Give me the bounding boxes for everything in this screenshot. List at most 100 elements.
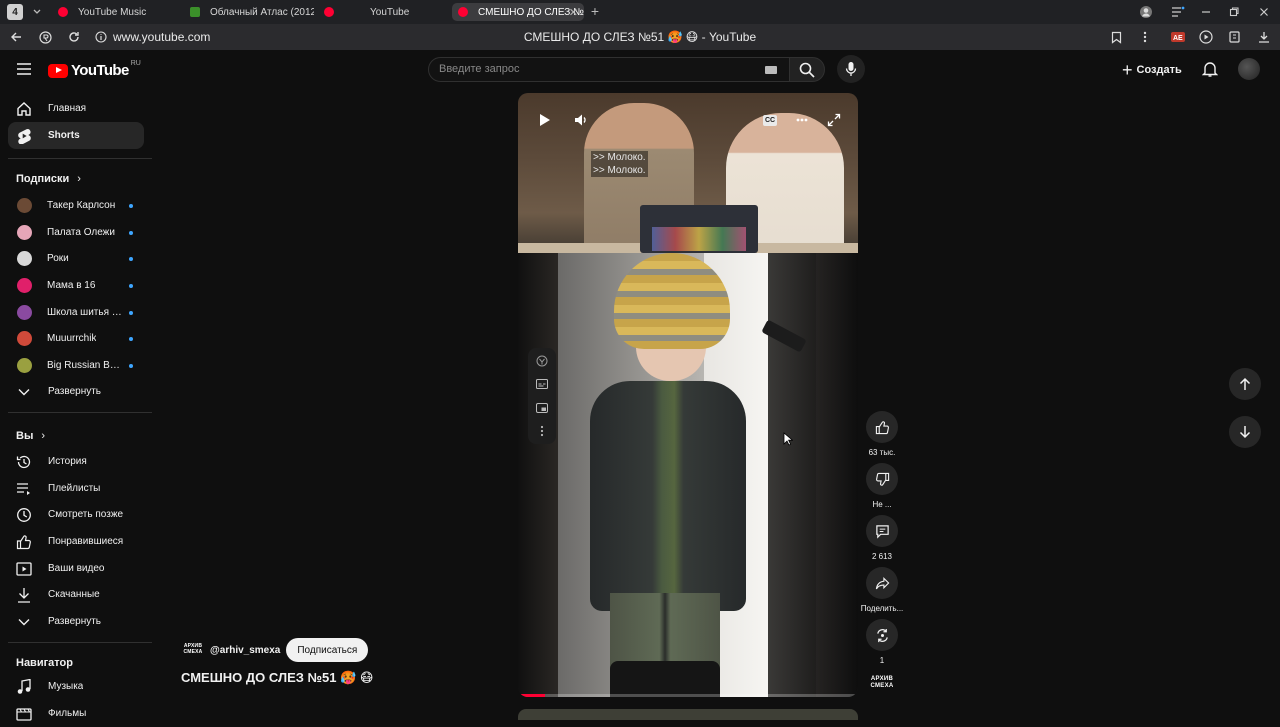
create-button[interactable]: + Создать <box>1122 59 1182 81</box>
sidebar-item-shorts[interactable]: Shorts <box>8 122 144 149</box>
new-tab-button[interactable]: + <box>588 3 602 19</box>
sidebar-item-watch-later[interactable]: Смотреть позже <box>8 501 144 528</box>
home-icon <box>16 101 32 117</box>
youtube-logo[interactable]: YouTube RU <box>48 60 141 79</box>
youtube-masthead: YouTube RU + Создать <box>0 50 1280 90</box>
comments-button[interactable] <box>866 515 898 547</box>
close-window-icon[interactable] <box>1256 4 1272 20</box>
browser-tab-active-video[interactable]: СМЕШНО ДО СЛЕЗ № ✕ <box>452 3 584 21</box>
sidebar-item-history[interactable]: История <box>8 448 144 475</box>
media-player-extension-icon[interactable] <box>1198 29 1214 45</box>
keyboard-icon[interactable] <box>765 66 777 74</box>
close-tab-icon[interactable]: ✕ <box>569 6 578 19</box>
hamburger-menu-icon[interactable] <box>16 62 32 76</box>
more-vertical-icon[interactable] <box>535 424 549 438</box>
sidebar-item-playlists[interactable]: Плейлисты <box>8 475 144 502</box>
sidebar-item-label: Мама в 16 <box>47 280 96 291</box>
search-input[interactable] <box>439 63 759 75</box>
play-button[interactable] <box>534 109 556 131</box>
new-content-dot <box>129 203 133 208</box>
sidebar-item-subscription[interactable]: Мама в 16 <box>8 272 144 299</box>
next-short-preview[interactable] <box>518 709 858 720</box>
yandex-protect-icon[interactable] <box>37 29 53 45</box>
sidebar-item-label: Развернуть <box>48 616 102 627</box>
sidebar-item-subscription[interactable]: Школа шитья Х... <box>8 299 144 326</box>
captions-button[interactable]: CC <box>759 109 781 131</box>
browser-tab-youtube-music[interactable]: YouTube Music <box>52 3 180 21</box>
site-info-icon[interactable] <box>93 29 109 45</box>
sidebar-expand-subscriptions[interactable]: Развернуть <box>8 378 144 405</box>
search-button[interactable] <box>789 57 825 82</box>
channel-row: АРХИВ СМЕХА @arhiv_smexa Подписаться <box>183 638 369 662</box>
sidebar-item-label: Палата Олежи <box>47 227 115 238</box>
next-short-button[interactable] <box>1229 416 1261 448</box>
channel-mini-logo[interactable]: АРХИВ СМЕХА <box>870 676 894 692</box>
picture-in-picture-icon[interactable] <box>535 401 549 415</box>
video-laptop <box>640 205 758 253</box>
floating-tools-panel <box>528 348 556 444</box>
sidebar-item-your-videos[interactable]: Ваши видео <box>8 555 144 582</box>
bookmark-icon[interactable] <box>1108 29 1124 45</box>
video-progress-bar[interactable] <box>518 694 858 697</box>
subtitles-translate-icon[interactable] <box>535 377 549 391</box>
remix-button[interactable] <box>866 619 898 651</box>
browser-tab-bar: 4 YouTube Music Облачный Атлас (2012) С … <box>0 0 1280 24</box>
channel-logo[interactable]: АРХИВ СМЕХА <box>183 643 203 657</box>
video-door-left <box>518 253 558 697</box>
sidebar-item-subscription[interactable]: Muuurrchik <box>8 325 144 352</box>
sidebar-expand-you[interactable]: Развернуть <box>8 608 144 635</box>
video-subtitle: >> Молоко. >> Молоко. <box>591 151 648 177</box>
reading-list-icon[interactable] <box>1170 4 1186 20</box>
share-button[interactable] <box>866 567 898 599</box>
sidebar-item-downloads[interactable]: Скачанные <box>8 581 144 608</box>
downloads-icon[interactable] <box>1256 29 1272 45</box>
reload-icon[interactable] <box>66 29 82 45</box>
plus-icon: + <box>1122 59 1133 80</box>
dislike-button[interactable] <box>866 463 898 495</box>
subscriptions-heading[interactable]: Подписки › <box>16 173 81 185</box>
subscribe-button[interactable]: Подписаться <box>286 638 369 662</box>
shorts-video-player[interactable]: >> Молоко. >> Молоко. CC <box>518 93 858 697</box>
guide-sidebar: Главная Shorts Подписки › Такер Карлсон … <box>0 90 152 721</box>
more-menu-icon[interactable] <box>1137 29 1153 45</box>
browser-tab-youtube[interactable]: YouTube <box>318 3 448 21</box>
new-content-dot <box>129 363 133 368</box>
play-icon <box>540 114 550 126</box>
sidebar-item-home[interactable]: Главная <box>8 95 144 122</box>
tab-counter[interactable]: 4 <box>7 4 23 20</box>
profile-icon[interactable] <box>1138 4 1154 20</box>
short-title[interactable]: СМЕШНО ДО СЛЕЗ №51 🥵 😷 <box>181 670 373 686</box>
tab-title: YouTube <box>370 6 410 18</box>
sidebar-item-music[interactable]: Музыка <box>8 673 144 700</box>
sidebar-item-liked[interactable]: Понравившиеся <box>8 528 144 555</box>
you-heading[interactable]: Вы › <box>16 430 45 442</box>
volume-button[interactable] <box>570 109 592 131</box>
account-avatar[interactable] <box>1238 58 1260 80</box>
sidebar-item-subscription[interactable]: Такер Карлсон <box>8 192 144 219</box>
sidebar-item-label: Музыка <box>48 681 84 692</box>
previous-short-button[interactable] <box>1229 368 1261 400</box>
voice-search-button[interactable] <box>837 55 865 83</box>
sidebar-item-movies[interactable]: Фильмы <box>8 700 144 727</box>
fullscreen-button[interactable] <box>823 109 845 131</box>
tabs-dropdown-icon[interactable] <box>29 4 45 20</box>
sidebar-item-subscription[interactable]: Палата Олежи <box>8 219 144 246</box>
collections-icon[interactable] <box>1227 29 1243 45</box>
minimize-window-icon[interactable] <box>1198 4 1214 20</box>
notifications-bell-icon[interactable] <box>1202 61 1218 77</box>
like-button[interactable] <box>866 411 898 443</box>
translate-extension-icon[interactable]: AE <box>1170 29 1188 45</box>
more-options-button[interactable] <box>791 109 813 131</box>
channel-handle[interactable]: @arhiv_smexa <box>210 645 280 656</box>
like-action: 63 тыс. <box>861 411 903 457</box>
sidebar-item-subscription[interactable]: Big Russian Bos... <box>8 352 144 379</box>
back-icon[interactable] <box>8 29 24 45</box>
browser-tab-cloud-atlas[interactable]: Облачный Атлас (2012) С <box>184 3 314 21</box>
share-action: Поделить... <box>861 567 903 613</box>
sidebar-item-subscription[interactable]: Роки <box>8 245 144 272</box>
new-content-dot <box>129 230 133 235</box>
restore-window-icon[interactable] <box>1226 4 1242 20</box>
alice-assistant-icon[interactable] <box>535 354 549 368</box>
new-content-dot <box>129 310 133 315</box>
address-url[interactable]: www.youtube.com <box>113 30 210 44</box>
